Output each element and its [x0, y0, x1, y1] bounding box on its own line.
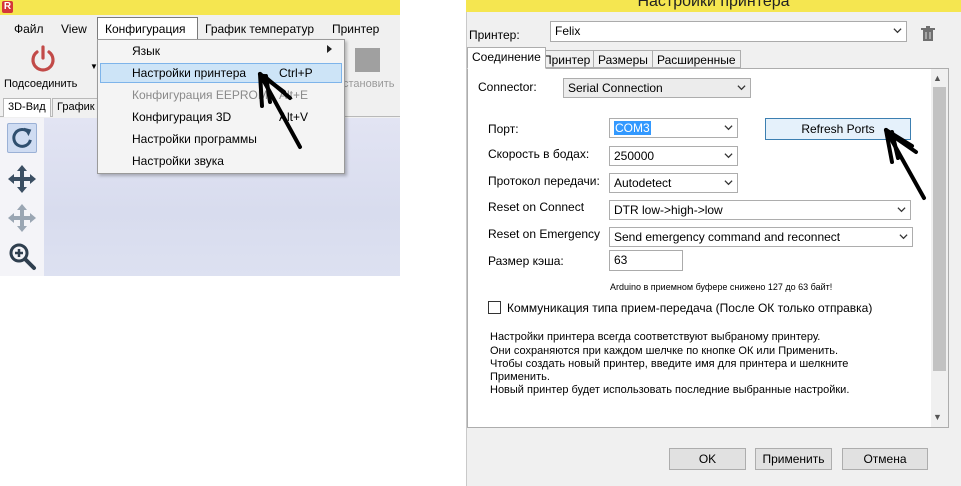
app-logo: R [2, 1, 13, 13]
port-select-value: COM3 [614, 121, 651, 135]
menu-temp-graph[interactable]: График температур [205, 22, 314, 36]
info-line: Они сохраняются при каждом шелчке по кно… [490, 345, 839, 357]
protocol-select-value: Autodetect [614, 176, 672, 190]
info-line: Настройки принтера всегда соответствуют … [490, 331, 821, 343]
connector-label: Connector: [478, 80, 537, 94]
menu-item-eeprom[interactable]: Конфигурация EEPROM [132, 88, 268, 102]
chevron-down-icon [724, 153, 733, 159]
scroll-up-icon[interactable]: ▲ [933, 73, 942, 83]
chevron-down-icon [724, 180, 733, 186]
connector-select[interactable]: Serial Connection [563, 78, 751, 98]
tab-advanced[interactable]: Расширенные [652, 50, 741, 68]
baud-select[interactable]: 250000 [609, 146, 738, 166]
move-object-icon[interactable] [7, 203, 37, 233]
chevron-down-icon [897, 207, 906, 213]
submenu-arrow-icon [327, 45, 332, 53]
printer-label: Принтер: [469, 28, 520, 42]
tab-printer[interactable]: Принтер [538, 50, 596, 68]
menu-view[interactable]: View [61, 22, 87, 36]
move-icon[interactable] [7, 164, 37, 194]
cache-note: Arduino в приемном буфере снижено 127 до… [610, 282, 833, 292]
reset-connect-label: Reset on Connect [488, 200, 585, 214]
annotation-arrow-right [884, 128, 926, 200]
baud-label: Скорость в бодах: [488, 147, 590, 161]
port-label: Порт: [488, 122, 519, 136]
reset-connect-select-value: DTR low->high->low [614, 203, 723, 217]
printer-select-value: Felix [555, 24, 581, 38]
chevron-down-icon [893, 28, 902, 34]
rotate-icon [12, 127, 32, 148]
menu-item-language[interactable]: Язык [132, 44, 160, 58]
connector-select-value: Serial Connection [568, 81, 663, 95]
info-line: Чтобы создать новый принтер, введите имя… [490, 358, 849, 370]
menu-config[interactable]: Конфигурация [105, 22, 186, 36]
info-line: Новый принтер будет использовать последн… [490, 384, 850, 396]
tab-dimensions[interactable]: Размеры [593, 50, 653, 68]
scroll-down-icon[interactable]: ▼ [933, 412, 942, 422]
tab-graph[interactable]: График [52, 98, 100, 117]
connect-button-label[interactable]: Подсоединить [4, 78, 77, 90]
baud-select-value: 250000 [614, 149, 655, 163]
rotate-tool[interactable] [7, 123, 37, 153]
chevron-down-icon [899, 234, 908, 240]
pingpong-checkbox[interactable] [488, 301, 501, 314]
cache-input[interactable]: 63 [609, 250, 683, 271]
trash-icon[interactable] [921, 26, 935, 42]
app-titlebar [0, 0, 400, 15]
tab-connection[interactable]: Соединение [467, 47, 546, 69]
menu-file[interactable]: Файл [14, 22, 44, 36]
chevron-down-icon [724, 125, 733, 131]
cancel-button[interactable]: Отмена [842, 448, 928, 470]
reset-emergency-select[interactable]: Send emergency command and reconnect [609, 227, 913, 247]
stop-icon[interactable] [355, 48, 380, 72]
stop-button-label[interactable]: становить [343, 78, 394, 90]
reset-connect-select[interactable]: DTR low->high->low [609, 200, 911, 220]
info-line: Применить. [490, 371, 550, 383]
menu-item-printer-settings[interactable]: Настройки принтера [132, 66, 246, 80]
menu-item-config-3d[interactable]: Конфигурация 3D [132, 110, 231, 124]
protocol-select[interactable]: Autodetect [609, 173, 738, 193]
zoom-icon[interactable] [7, 241, 37, 271]
chevron-down-icon [737, 85, 746, 91]
menu-item-program-settings[interactable]: Настройки программы [132, 132, 257, 146]
printer-select[interactable]: Felix [550, 21, 907, 42]
menu-item-sound-settings[interactable]: Настройки звука [132, 154, 224, 168]
pingpong-label[interactable]: Коммуникация типа прием-передача (После … [507, 301, 872, 315]
reset-emergency-select-value: Send emergency command and reconnect [614, 230, 841, 244]
apply-button[interactable]: Применить [755, 448, 832, 470]
power-icon[interactable] [28, 44, 58, 74]
menu-printer[interactable]: Принтер [332, 22, 379, 36]
reset-emergency-label: Reset on Emergency [488, 227, 601, 241]
ok-button[interactable]: OK [669, 448, 746, 470]
cache-label: Размер кэша: [488, 254, 564, 268]
dialog-title: Настройки принтера [637, 0, 790, 10]
tab-3d-view[interactable]: 3D-Вид [3, 98, 51, 117]
protocol-label: Протокол передачи: [488, 174, 600, 188]
port-select[interactable]: COM3 [609, 118, 738, 138]
annotation-arrow-left [258, 72, 302, 149]
